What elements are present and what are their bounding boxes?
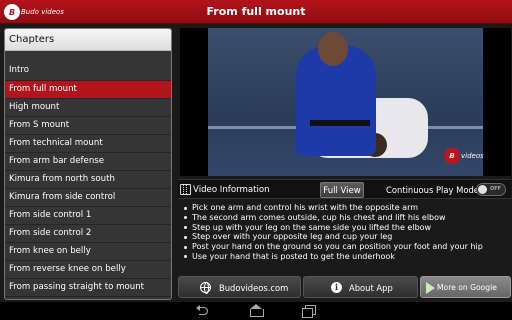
google-play-button[interactable]: More on Google play (420, 276, 511, 314)
chapter-item[interactable]: From turtle position (5, 297, 171, 299)
title-bar: B Budo videos From full mount (0, 0, 512, 24)
google-play-icon (426, 282, 435, 294)
chapter-item[interactable]: Kimura from side control (5, 189, 171, 207)
chapter-item[interactable]: From arm bar defense (5, 153, 171, 171)
chapter-item[interactable]: From S mount (5, 117, 171, 135)
page-title: From full mount (206, 5, 306, 18)
about-app-button[interactable]: i About App (303, 276, 418, 298)
chapter-item[interactable]: From full mount (5, 81, 171, 99)
video-frame: B videos (208, 28, 483, 176)
video-info-label: Video Information (193, 185, 270, 195)
app-window: B Budo videos From full mount Chapters I… (0, 0, 512, 320)
instruction-item: Use your hand that is posted to get the … (180, 252, 510, 262)
home-icon[interactable] (249, 304, 264, 318)
budovideos-button[interactable]: Budovideos.com (178, 276, 301, 298)
full-view-button[interactable]: Full View (320, 182, 364, 198)
chapter-item[interactable]: Kimura from north south (5, 171, 171, 189)
continuous-play-toggle[interactable]: OFF (476, 183, 506, 196)
chapter-item[interactable]: From knee on belly (5, 243, 171, 261)
chapters-heading: Chapters (5, 29, 171, 51)
chapter-item[interactable]: Intro (5, 51, 171, 81)
instruction-item: Post your hand on the ground so you can … (180, 242, 510, 252)
system-nav-bar (0, 302, 512, 320)
back-icon[interactable] (196, 304, 210, 318)
info-icon: i (331, 282, 342, 293)
chapter-list[interactable]: Intro From full mount High mount From S mou… (5, 51, 171, 299)
instruction-list: Pick one arm and control his wrist with … (180, 203, 510, 273)
toggle-state: OFF (490, 186, 502, 192)
continuous-play-label: Continuous Play Mode (386, 185, 479, 195)
video-player[interactable]: B videos (180, 28, 511, 176)
video-info-bar: Video Information Full View Continuous P… (178, 179, 511, 199)
film-icon (180, 184, 191, 195)
chapters-panel: Chapters Intro From full mount High mount F… (4, 28, 172, 300)
instruction-item: Step up with your leg on the same side y… (180, 223, 510, 233)
toggle-knob (478, 185, 487, 194)
video-watermark: B videos (444, 148, 483, 164)
globe-icon (200, 282, 211, 294)
chapter-item[interactable]: From technical mount (5, 135, 171, 153)
instruction-item: The second arm comes outside, cup his ch… (180, 213, 510, 223)
chapter-item[interactable]: From reverse knee on belly (5, 261, 171, 279)
chapter-item[interactable]: High mount (5, 99, 171, 117)
instruction-item: Pick one arm and control his wrist with … (180, 203, 510, 213)
chapter-item[interactable]: From side control 1 (5, 207, 171, 225)
recent-apps-icon[interactable] (301, 304, 316, 318)
google-play-label: More on Google play (437, 283, 497, 314)
instruction-item: Step over with your opposite leg and cup… (180, 232, 510, 242)
chapter-item[interactable]: From side control 2 (5, 225, 171, 243)
about-app-label: About App (349, 283, 393, 293)
budovideos-label: Budovideos.com (219, 283, 289, 293)
chapter-item[interactable]: From passing straight to mount (5, 279, 171, 297)
